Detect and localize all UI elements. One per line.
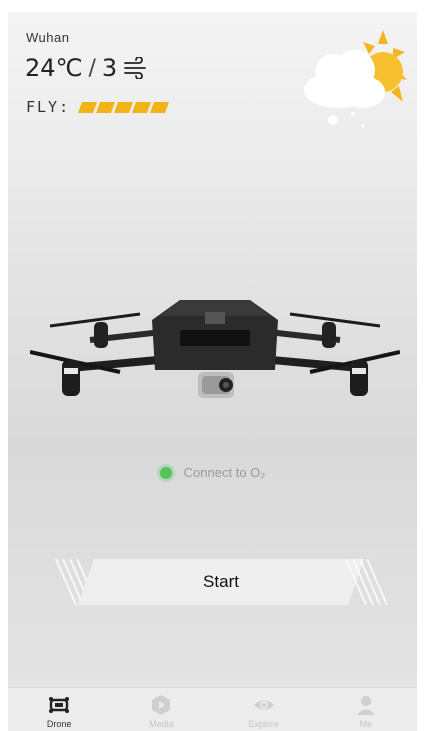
tab-label: Drone bbox=[46, 719, 72, 729]
wind-level: 3 bbox=[101, 54, 118, 82]
stripes-right bbox=[346, 559, 388, 605]
fly-label: FLY: bbox=[26, 98, 71, 116]
partly-sunny-icon bbox=[293, 22, 413, 132]
start-area: Start bbox=[46, 559, 396, 605]
fly-bar bbox=[150, 101, 170, 113]
fly-bar bbox=[96, 101, 116, 113]
connection-dot-icon bbox=[159, 466, 172, 479]
tab-drone[interactable]: Drone bbox=[8, 688, 110, 731]
tab-me[interactable]: Me bbox=[315, 688, 417, 731]
connection-status: Connect to O₂ bbox=[8, 465, 417, 480]
tab-media[interactable]: Media bbox=[110, 688, 212, 731]
bottom-tab-bar: Drone Media Explore Me bbox=[8, 687, 417, 731]
weather-readout: 24℃ / 3 bbox=[25, 54, 149, 82]
drone-image bbox=[29, 280, 401, 420]
user-icon bbox=[356, 696, 375, 715]
separator: / bbox=[88, 55, 96, 81]
connection-label: Connect to O₂ bbox=[183, 465, 266, 480]
tab-label: Me bbox=[359, 719, 373, 729]
wind-icon bbox=[123, 56, 149, 80]
drone-icon bbox=[49, 697, 70, 713]
eye-icon bbox=[253, 700, 274, 710]
fly-rating-bars bbox=[78, 101, 170, 113]
media-icon bbox=[152, 695, 171, 715]
city-name: Wuhan bbox=[26, 30, 70, 45]
fly-bar bbox=[78, 101, 98, 113]
fly-bar bbox=[114, 101, 134, 113]
tab-explore[interactable]: Explore bbox=[213, 688, 315, 731]
tab-label: Explore bbox=[248, 719, 279, 729]
tab-label: Media bbox=[149, 719, 174, 729]
start-button[interactable]: Start bbox=[78, 559, 364, 605]
fly-bar bbox=[132, 101, 152, 113]
fly-rating: FLY: bbox=[26, 98, 170, 116]
temperature: 24℃ bbox=[25, 54, 83, 82]
home-screen: Wuhan 24℃ / 3 FLY: Connect to O₂ Start D… bbox=[8, 12, 417, 731]
